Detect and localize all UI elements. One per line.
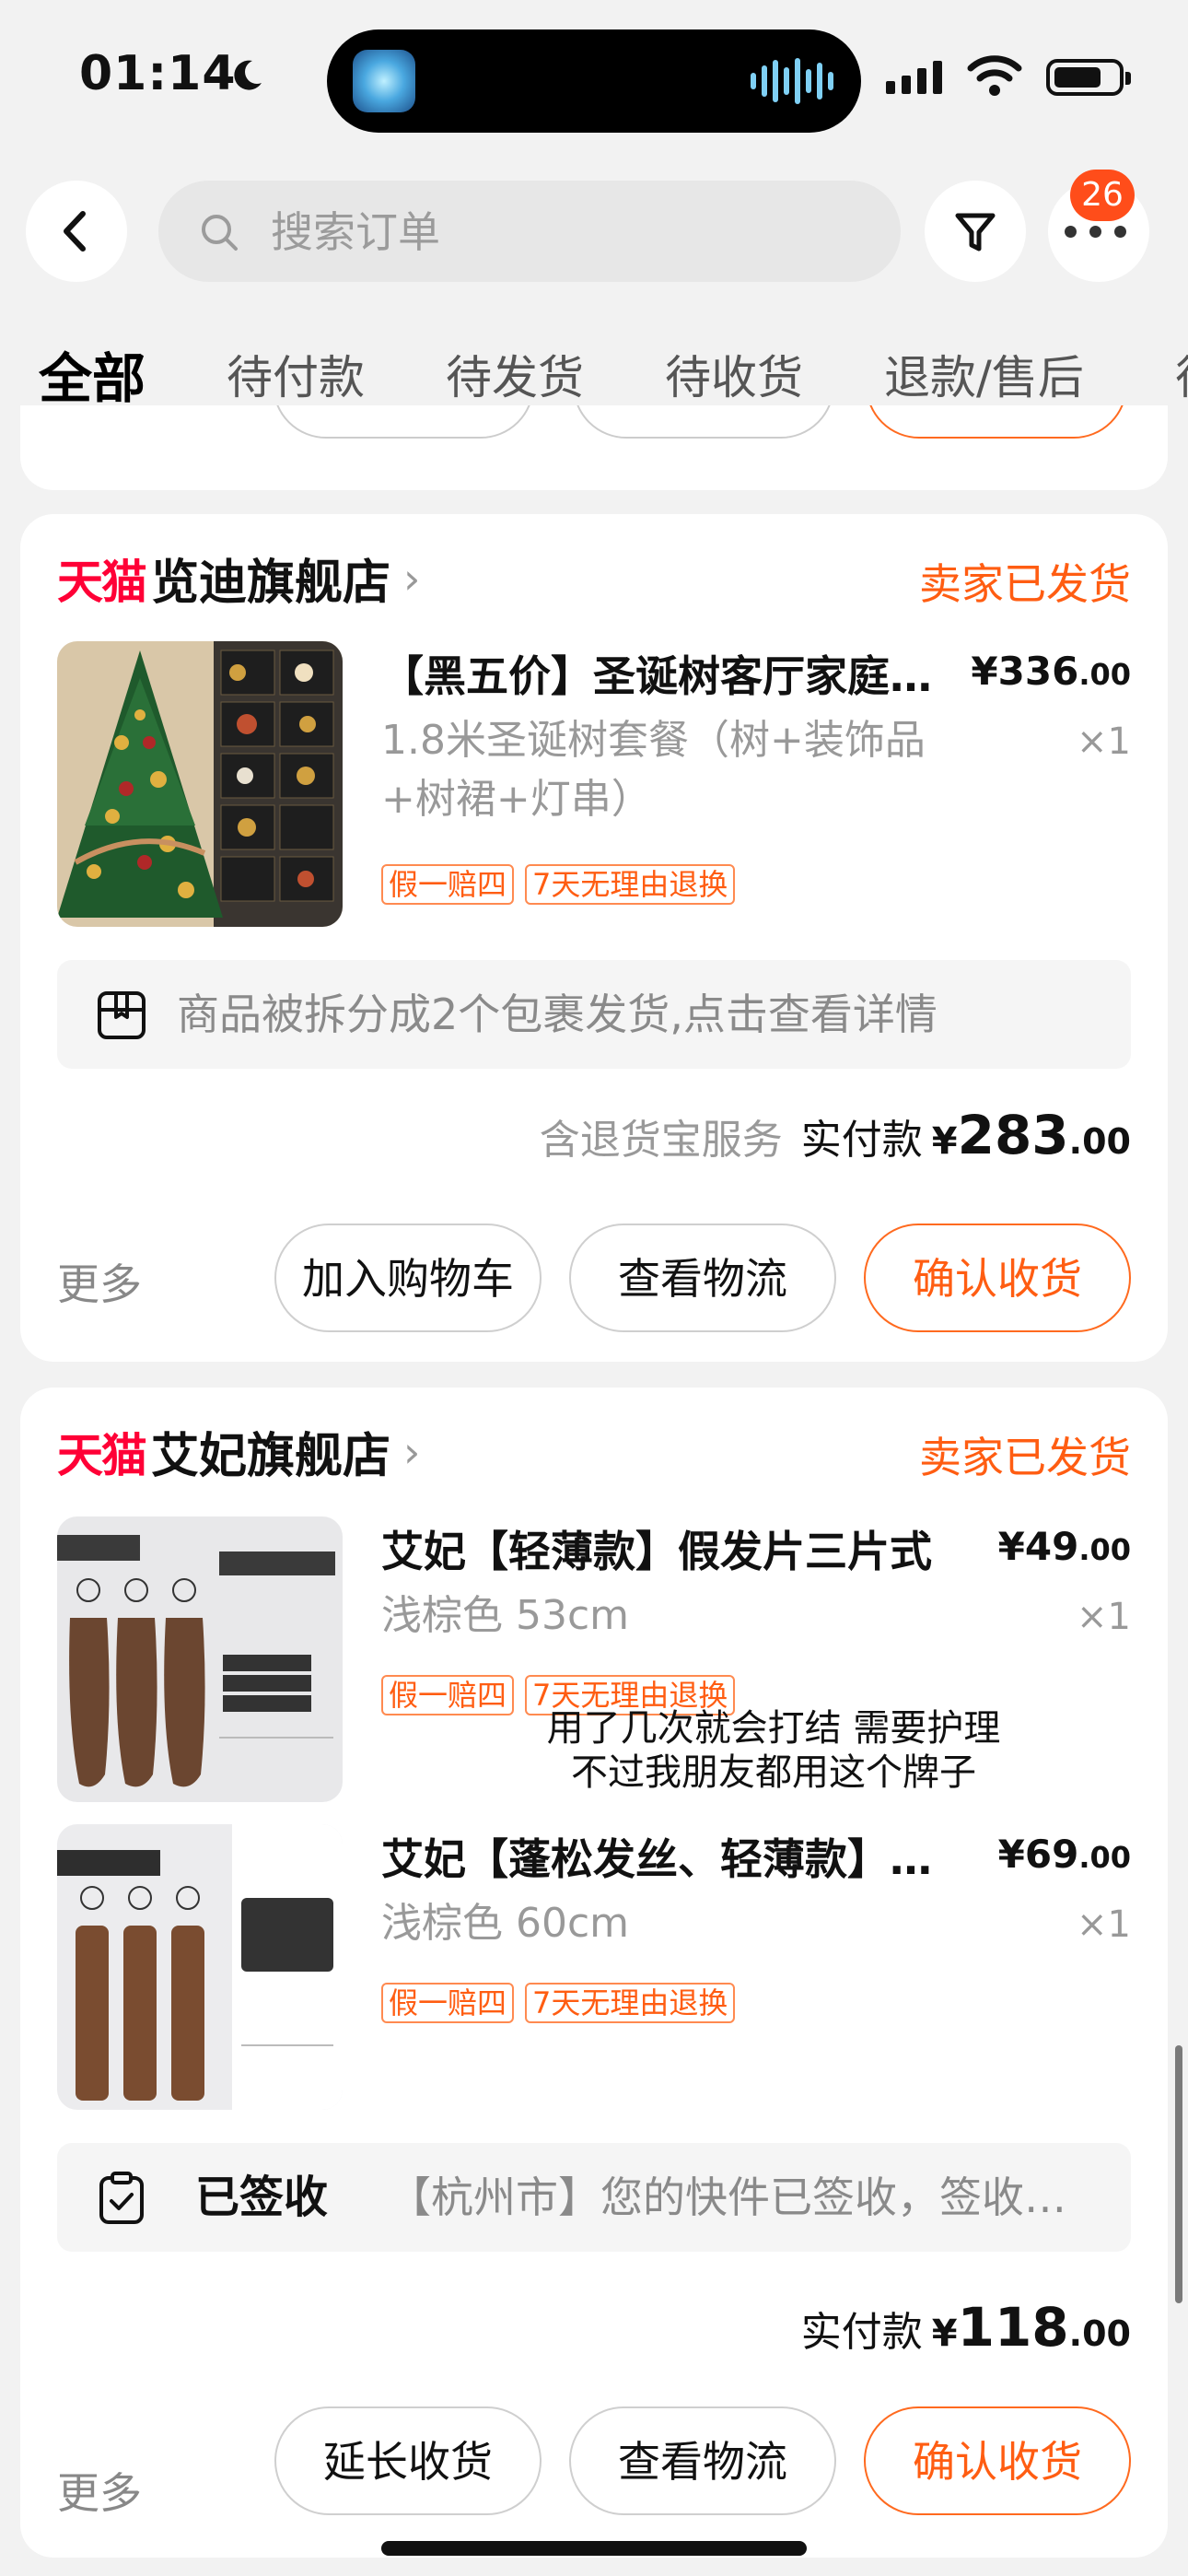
view-logistics-button[interactable]: 查看物流	[569, 2406, 836, 2515]
overlay-comment: 用了几次就会打结 需要护理 不过我朋友都用这个牌子	[516, 1706, 1031, 1795]
audio-wave-icon	[751, 57, 833, 105]
tab-pending-payment[interactable]: 待付款	[227, 341, 365, 407]
shop-header[interactable]: 天猫 览迪旗舰店 ›	[57, 544, 420, 613]
tab-refund-aftersale[interactable]: 退款/售后	[884, 341, 1084, 407]
home-indicator[interactable]	[381, 2541, 807, 2556]
tab-all[interactable]: 全部	[39, 341, 146, 413]
order-card: 天猫 览迪旗舰店 › 卖家已发货 【黑五价】圣诞树客厅家庭装饰 ¥336.00 …	[20, 514, 1168, 1362]
tab-pending-receipt[interactable]: 待收货	[665, 341, 803, 407]
hair-extension-photo-icon	[57, 1824, 343, 2110]
more-link[interactable]: 更多	[57, 1251, 142, 1312]
battery-icon	[1046, 59, 1131, 96]
tmall-logo: 天猫	[57, 1428, 147, 1482]
paid-currency: ¥	[931, 1120, 958, 1163]
product-title[interactable]: 艾妃【轻薄款】假发片三片式	[381, 1518, 961, 1579]
confirm-receipt-button[interactable]: 确认收货	[864, 1224, 1131, 1332]
shop-name: 艾妃旗舰店	[151, 1429, 391, 1484]
delivery-status-bar[interactable]: 已签收 【杭州市】您的快件已签收，签收人在杭州市	[57, 2143, 1131, 2252]
confirm-receipt-button[interactable]: 确认收货	[864, 2406, 1131, 2515]
wifi-icon	[967, 55, 1022, 96]
signal-icon	[886, 61, 942, 94]
status-bar: 01:14	[0, 0, 1188, 157]
filter-button[interactable]	[925, 181, 1026, 282]
payment-summary: 含退货宝服务 实付款 ¥ 283 .00	[540, 1104, 1131, 1166]
product-thumbnail[interactable]	[57, 1516, 343, 1802]
tag-genuine-guarantee: 假一赔四	[381, 1983, 515, 2023]
clipboard-check-icon	[99, 2172, 144, 2224]
tag-7day-return: 7天无理由退换	[525, 1983, 736, 2023]
payment-summary: 实付款 ¥ 118 .00	[801, 2296, 1131, 2359]
product-price: ¥69.00	[997, 1832, 1131, 1877]
filter-icon	[955, 213, 996, 252]
order-status: 卖家已发货	[919, 1433, 1131, 1482]
status-time: 01:14	[79, 46, 237, 101]
chevron-left-icon	[64, 211, 86, 252]
tracking-text: 【杭州市】您的快件已签收，签收人在杭州市	[389, 2172, 1107, 2222]
shop-name: 览迪旗舰店	[151, 556, 391, 611]
product-sku: 浅棕色 60cm	[381, 1900, 630, 1947]
product-thumbnail[interactable]	[57, 641, 343, 927]
product-quantity: ×1	[1077, 720, 1131, 763]
scrollbar[interactable]	[1175, 2045, 1182, 2303]
christmas-tree-photo-icon	[57, 641, 343, 927]
product-title[interactable]: 艾妃【蓬松发丝、轻薄款】假发片	[381, 1826, 961, 1887]
product-sku: 1.8米圣诞树套餐（树+装饰品+树裙+灯串）	[381, 717, 926, 823]
tmall-logo: 天猫	[57, 555, 147, 609]
more-link[interactable]: 更多	[57, 2460, 142, 2521]
tag-7day-return: 7天无理由退换	[525, 864, 736, 905]
paid-amount-decimal: .00	[1068, 1121, 1131, 1162]
app-activity-icon	[353, 50, 415, 112]
product-sku: 浅棕色 53cm	[381, 1592, 630, 1639]
delivery-status-label: 已签收	[195, 2172, 329, 2223]
paid-amount: 283	[957, 1104, 1069, 1166]
product-tags: 假一赔四 7天无理由退换	[381, 1983, 736, 2023]
search-icon	[202, 215, 238, 251]
product-quantity: ×1	[1077, 1596, 1131, 1638]
tag-genuine-guarantee: 假一赔四	[381, 864, 515, 905]
product-thumbnail[interactable]	[57, 1824, 343, 2110]
paid-label: 实付款	[800, 2309, 923, 2356]
search-bar[interactable]	[158, 181, 901, 284]
tag-genuine-guarantee: 假一赔四	[381, 1675, 515, 1715]
product-price: ¥49.00	[997, 1524, 1131, 1569]
product-title[interactable]: 【黑五价】圣诞树客厅家庭装饰	[381, 643, 961, 704]
product-quantity: ×1	[1077, 1903, 1131, 1946]
package-icon	[98, 991, 146, 1039]
more-dots-icon	[1065, 226, 1126, 238]
search-input[interactable]	[269, 181, 862, 284]
previous-action-button[interactable]	[273, 405, 534, 439]
comment-line: 不过我朋友都用这个牌子	[571, 1751, 976, 1794]
order-card: 天猫 艾妃旗舰店 › 卖家已发货 艾妃【轻薄款】假发片三片式 ¥49.00 浅棕…	[20, 1388, 1168, 2558]
paid-currency: ¥	[931, 2313, 958, 2355]
paid-amount: 118	[957, 2296, 1069, 2359]
chevron-right-icon: ›	[403, 553, 421, 603]
return-insurance-label: 含退货宝服务	[539, 1117, 783, 1164]
package-split-text: 商品被拆分成2个包裹发货,点击查看详情	[177, 989, 938, 1039]
previous-action-button[interactable]	[573, 405, 834, 439]
tab-pending-shipment[interactable]: 待发货	[446, 341, 584, 407]
notification-badge: 26	[1070, 170, 1135, 221]
dynamic-island	[327, 29, 861, 133]
back-button[interactable]	[26, 181, 127, 282]
extend-receipt-button[interactable]: 延长收货	[274, 2406, 542, 2515]
moon-icon	[234, 60, 262, 90]
package-split-notice[interactable]: 商品被拆分成2个包裹发货,点击查看详情	[57, 960, 1131, 1069]
previous-confirm-button[interactable]	[866, 405, 1127, 439]
previous-order-card	[20, 405, 1168, 490]
product-price: ¥336.00	[971, 649, 1131, 694]
hair-extension-photo-icon	[57, 1516, 343, 1802]
order-status: 卖家已发货	[919, 559, 1131, 609]
tab-pending-review[interactable]: 待	[1175, 341, 1188, 407]
view-logistics-button[interactable]: 查看物流	[569, 1224, 836, 1332]
chevron-right-icon: ›	[403, 1426, 421, 1477]
product-tags: 假一赔四 7天无理由退换	[381, 864, 736, 905]
paid-label: 实付款	[800, 1117, 923, 1164]
add-to-cart-button[interactable]: 加入购物车	[274, 1224, 542, 1332]
comment-line: 用了几次就会打结 需要护理	[546, 1707, 1001, 1750]
paid-amount-decimal: .00	[1068, 2313, 1131, 2354]
shop-header[interactable]: 天猫 艾妃旗舰店 ›	[57, 1417, 420, 1486]
